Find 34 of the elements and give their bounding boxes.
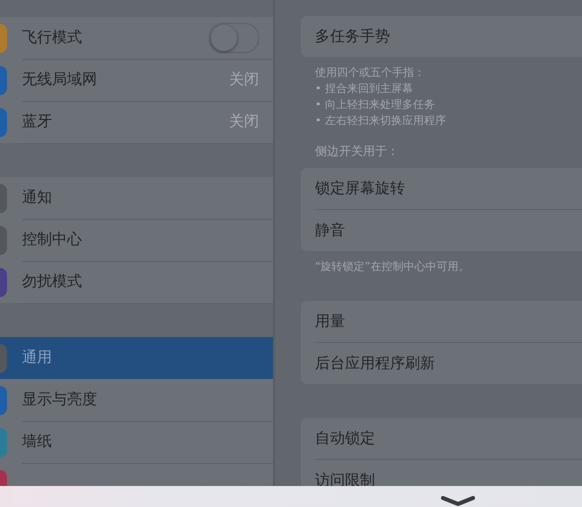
settings-row[interactable]: 多任务手势	[315, 27, 390, 46]
sidebar-item[interactable]: 通知	[0, 177, 273, 219]
footer-text: • 捏合来回到主屏幕	[315, 81, 414, 97]
settings-row[interactable]: 后台应用程序刷新	[315, 354, 435, 373]
item-label: 显示与亮度	[22, 390, 97, 409]
footer-text: • 左右轻扫来切换应用程序	[315, 113, 447, 129]
item-value: 关闭	[229, 112, 259, 131]
item-label: 控制中心	[22, 230, 82, 249]
settings-row[interactable]: 静音	[315, 221, 345, 240]
item-label: 飞行模式	[22, 28, 82, 47]
sidebar-item[interactable]: 飞行模式	[0, 17, 273, 59]
sidebar-item[interactable]: 墙纸	[0, 421, 273, 463]
item-label: 无线局域网	[22, 70, 97, 89]
settings-row[interactable]: 自动锁定	[315, 429, 375, 448]
settings-row[interactable]: 锁定屏幕旋转	[315, 179, 405, 198]
settings-row[interactable]: 用量	[315, 312, 345, 331]
footer-text: “旋转锁定”在控制中心中可用。	[315, 259, 470, 275]
sidebar-item[interactable]: 通用	[0, 337, 273, 379]
chevron-down-icon[interactable]	[441, 496, 475, 506]
footer-text: 使用四个或五个手指：	[315, 65, 426, 81]
item-label: 蓝牙	[22, 112, 52, 131]
footer-text: • 向上轻扫来处理多任务	[315, 97, 436, 113]
sidebar-item[interactable]: 控制中心	[0, 219, 273, 261]
toggle-switch[interactable]	[209, 22, 259, 52]
sidebar-item[interactable]: 显示与亮度	[0, 379, 273, 421]
item-label: 墙纸	[22, 432, 52, 451]
item-value: 关闭	[229, 70, 259, 89]
sidebar-item[interactable]: 蓝牙 关闭	[0, 101, 273, 143]
sidebar-item[interactable]: 无线局域网 关闭	[0, 59, 273, 101]
section-header: 侧边开关用于：	[314, 143, 400, 160]
item-label: 勿扰模式	[22, 272, 82, 291]
item-label: 通用	[22, 348, 52, 367]
sidebar-item[interactable]: 勿扰模式	[0, 261, 273, 303]
item-label: 通知	[22, 188, 52, 207]
